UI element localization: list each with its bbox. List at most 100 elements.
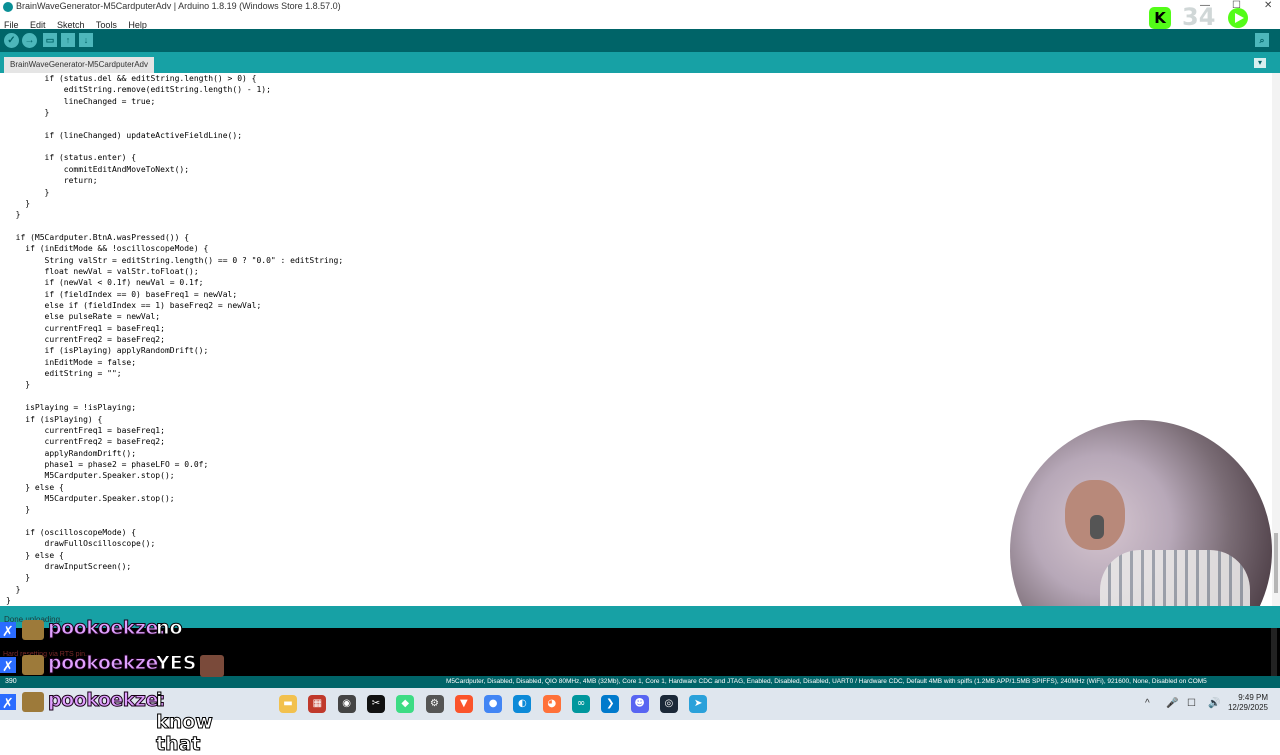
code-line: } else {	[6, 482, 64, 492]
live-icon	[1228, 8, 1248, 28]
code-line: currentFreq1 = baseFreq1;	[6, 425, 165, 435]
code-line: applyRandomDrift();	[6, 448, 137, 458]
taskbar-game-app-icon[interactable]: ▦	[308, 695, 327, 713]
code-line: else pulseRate = newVal;	[6, 312, 161, 322]
svg-text:✗: ✗	[2, 624, 14, 640]
tab-menu-icon[interactable]: ▾	[1254, 58, 1266, 68]
code-line: if (fieldIndex == 0) baseFreq1 = newVal;	[6, 289, 238, 299]
code-line: currentFreq1 = baseFreq1;	[6, 323, 165, 333]
taskbar-discord-icon[interactable]: ☻	[630, 695, 649, 713]
taskbar-settings-icon[interactable]: ⚙	[425, 695, 444, 713]
tray-overflow-icon[interactable]: ^	[1145, 698, 1150, 709]
line-number: 390	[5, 678, 17, 685]
status-area: Done uploading.	[0, 606, 1280, 628]
chat-text: YES	[155, 652, 197, 675]
chat-badge-icon: ✗	[0, 690, 46, 714]
taskbar-date[interactable]: 12/29/2025	[1220, 703, 1268, 712]
code-line: if (status.enter) {	[6, 153, 137, 163]
kick-logo-icon: K	[1149, 7, 1171, 29]
code-line: editString = "";	[6, 369, 122, 379]
code-line: if (oscilloscopeMode) {	[6, 528, 137, 537]
open-sketch-button[interactable]: ↑	[61, 33, 75, 47]
board-info: M5Cardputer, Disabled, Disabled, QIO 80M…	[446, 678, 1207, 685]
code-line: if (M5Cardputer.BtnA.wasPressed()) {	[6, 232, 190, 242]
code-line: }	[6, 198, 31, 208]
code-line: currentFreq2 = baseFreq2;	[6, 335, 165, 345]
taskbar-file-explorer-icon[interactable]: ▬	[279, 695, 297, 713]
status-footer: 390 M5Cardputer, Disabled, Disabled, QIO…	[0, 676, 1280, 688]
taskbar-android-studio-icon[interactable]: ◆	[396, 695, 415, 713]
taskbar-time[interactable]: 9:49 PM	[1220, 693, 1268, 702]
taskbar-vscode-icon[interactable]: ❯	[601, 695, 620, 713]
editor-scrollbar[interactable]	[1272, 73, 1280, 606]
code-line: inEditMode = false;	[6, 357, 137, 367]
tab-sketch[interactable]: BrainWaveGenerator-M5CardputerAdv	[4, 57, 154, 73]
code-line: isPlaying = !isPlaying;	[6, 403, 137, 413]
code-line: float newVal = valStr.toFloat();	[6, 266, 199, 276]
upload-button[interactable]: →	[22, 33, 37, 48]
taskbar-arduino-icon[interactable]: ∞	[572, 695, 590, 713]
console-scrollbar[interactable]	[1271, 628, 1277, 676]
code-line: lineChanged = true;	[6, 96, 156, 106]
code-line: } else {	[6, 550, 64, 560]
code-line: }	[6, 187, 50, 197]
chat-username: pookoekze:	[48, 689, 166, 712]
chat-username: pookoekze:	[48, 652, 166, 675]
svg-text:✗: ✗	[2, 659, 14, 675]
code-line: drawInputScreen();	[6, 562, 132, 572]
code-line: }	[6, 380, 31, 390]
chat-badge-icon: ✗	[0, 618, 46, 642]
code-line: currentFreq2 = baseFreq2;	[6, 437, 165, 447]
volume-icon[interactable]: 🔊	[1208, 698, 1220, 709]
toolbar: ✓ → ▭ ↑ ↓ ⌕	[0, 29, 1280, 52]
taskbar-capcut-icon[interactable]: ✂	[366, 695, 385, 713]
taskbar-chrome-icon[interactable]: ●	[484, 695, 503, 713]
emote-icon	[200, 655, 224, 677]
code-line: M5Cardputer.Speaker.stop();	[6, 493, 175, 503]
code-line: else if (fieldIndex == 1) baseFreq2 = ne…	[6, 301, 262, 310]
code-line: editString.remove(editString.length() - …	[6, 85, 271, 95]
code-line: drawFullOscilloscope();	[6, 539, 156, 549]
serial-monitor-button[interactable]: ⌕	[1255, 33, 1269, 47]
headphones	[1090, 515, 1104, 539]
editor-scrollbar-thumb[interactable]	[1274, 533, 1278, 593]
chat-text: i know that	[156, 689, 214, 755]
code-line: if (status.del && editString.length() > …	[6, 74, 257, 83]
microphone-icon[interactable]: 🎤	[1166, 698, 1178, 709]
window-title: BrainWaveGenerator-M5CardputerAdv | Ardu…	[16, 1, 341, 11]
code-line: }	[6, 573, 31, 583]
window-titlebar[interactable]: BrainWaveGenerator-M5CardputerAdv | Ardu…	[0, 0, 1280, 15]
code-line: }	[6, 596, 11, 606]
code-line: }	[6, 505, 31, 515]
code-line: if (newVal < 0.1f) newVal = 0.1f;	[6, 278, 204, 288]
taskbar-telegram-icon[interactable]: ➤	[689, 695, 708, 713]
chat-text: no	[156, 617, 184, 640]
code-line: commitEditAndMoveToNext();	[6, 164, 190, 174]
taskbar-obs-icon[interactable]: ◉	[337, 695, 356, 713]
code-line: }	[6, 584, 21, 594]
taskbar-edge-icon[interactable]: ◐	[513, 695, 532, 713]
taskbar-brave-icon[interactable]: ▼	[454, 695, 473, 713]
viewer-count: 34	[1182, 3, 1216, 31]
code-line: if (isPlaying) {	[6, 414, 103, 424]
tab-bar: BrainWaveGenerator-M5CardputerAdv ▾	[0, 52, 1280, 73]
code-line: if (isPlaying) applyRandomDrift();	[6, 346, 209, 356]
code-line: String valStr = editString.length() == 0…	[6, 255, 344, 265]
code-line: if (lineChanged) updateActiveFieldLine()…	[6, 130, 243, 140]
chat-badge-icon: ✗	[0, 653, 46, 677]
code-line: phase1 = phase2 = phaseLFO = 0.0f;	[6, 459, 209, 469]
network-icon[interactable]: ☐	[1187, 698, 1196, 709]
verify-button[interactable]: ✓	[4, 33, 19, 48]
taskbar-firefox-icon[interactable]: ◕	[542, 695, 561, 713]
stream-overlay: K 34	[1146, 3, 1280, 33]
code-line: if (inEditMode && !oscilloscopeMode) {	[6, 244, 209, 254]
svg-text:✗: ✗	[2, 696, 14, 712]
save-sketch-button[interactable]: ↓	[79, 33, 93, 47]
new-sketch-button[interactable]: ▭	[43, 33, 57, 47]
arduino-app-icon	[3, 2, 13, 12]
code-line: }	[6, 108, 50, 118]
code-line: return;	[6, 176, 98, 186]
taskbar-steam-icon[interactable]: ◎	[659, 695, 678, 713]
code-line: }	[6, 210, 21, 220]
chat-username: pookoekze:	[48, 617, 166, 640]
